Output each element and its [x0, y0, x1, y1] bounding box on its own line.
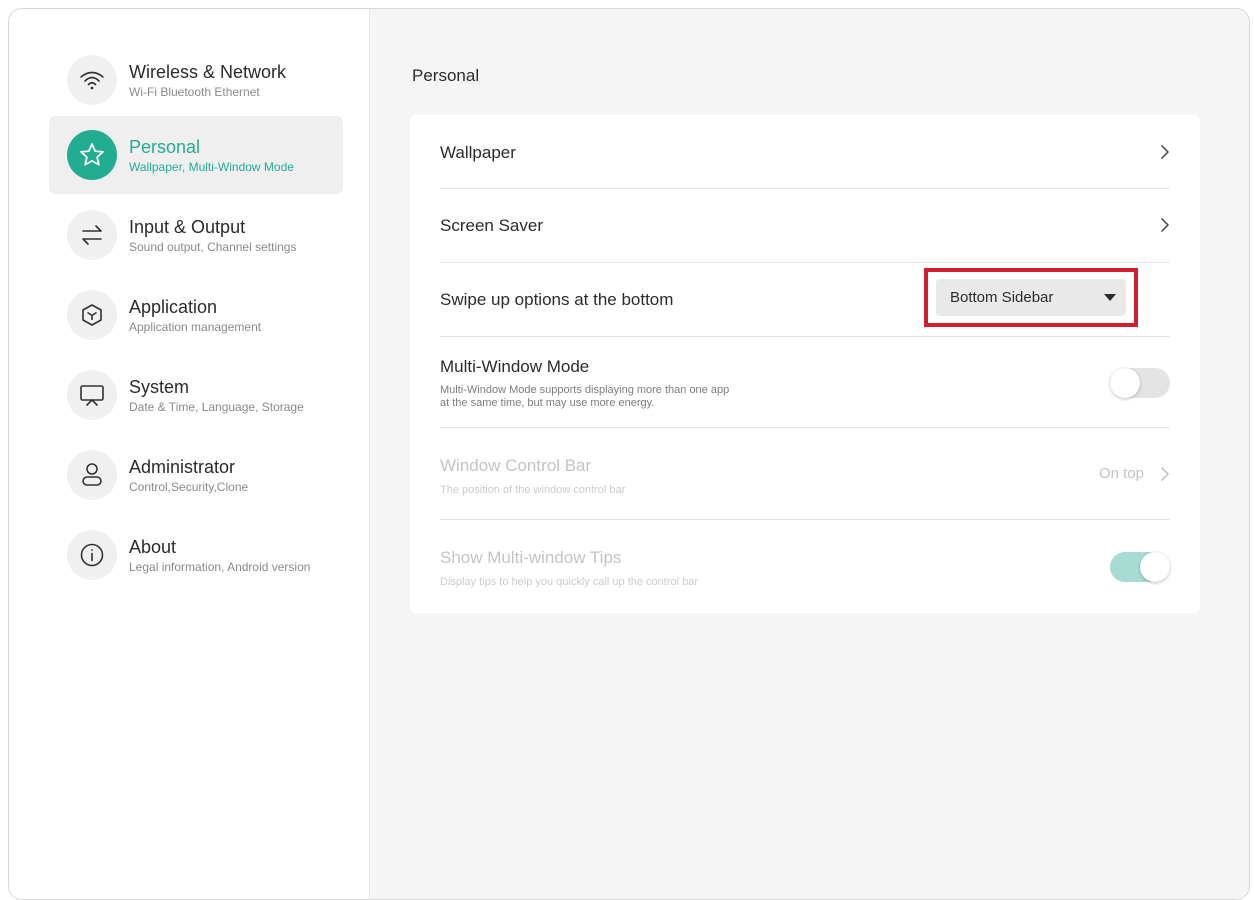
screen-saver-row[interactable]: Screen Saver [440, 189, 1170, 263]
chevron-right-icon [1161, 218, 1169, 232]
sidebar-item-personal[interactable]: Personal Wallpaper, Multi-Window Mode [49, 116, 343, 194]
sidebar-item-wireless-network[interactable]: Wireless & Network Wi-Fi Bluetooth Ether… [49, 41, 343, 119]
multi-window-mode-toggle[interactable] [1110, 368, 1170, 398]
sidebar-item-subtitle: Application management [129, 319, 262, 334]
window-control-bar-row: Window Control Bar The position of the w… [440, 428, 1170, 520]
settings-card: Wallpaper Screen Saver Swipe up options … [410, 115, 1200, 613]
sidebar-item-title: System [129, 376, 190, 397]
sidebar-item-about[interactable]: About Legal information, Android version [49, 516, 343, 594]
sidebar-item-title: Application [129, 296, 218, 317]
wallpaper-label: Wallpaper [440, 143, 516, 162]
wallpaper-row[interactable]: Wallpaper [440, 115, 1170, 189]
sidebar-item-title: Wireless & Network [129, 61, 287, 82]
user-icon [67, 450, 117, 500]
sidebar-item-subtitle: Control,Security,Clone [129, 479, 249, 494]
sidebar-item-title: About [129, 536, 177, 557]
sidebar-item-subtitle: Legal information, Android version [129, 559, 311, 574]
dropdown-highlight-box: Bottom Sidebar [924, 268, 1138, 327]
multi-window-tips-row: Show Multi-window Tips Display tips to h… [440, 520, 1170, 613]
caret-down-icon [1104, 294, 1116, 301]
sidebar-item-administrator[interactable]: Administrator Control,Security,Clone [49, 436, 343, 514]
chevron-right-icon [1161, 467, 1169, 481]
display-icon [67, 370, 117, 420]
multi-window-mode-label: Multi-Window Mode [440, 357, 590, 376]
multi-window-tips-toggle[interactable] [1110, 552, 1170, 582]
cube-icon [67, 290, 117, 340]
sidebar-item-title: Administrator [129, 456, 236, 477]
multi-window-mode-description: Multi-Window Mode supports displaying mo… [440, 384, 800, 410]
dropdown-selected-value: Bottom Sidebar [950, 289, 1054, 306]
swap-arrows-icon [67, 210, 117, 260]
info-icon [67, 530, 117, 580]
window-control-bar-value: On top [1098, 465, 1144, 482]
wifi-icon [67, 55, 117, 105]
multi-window-mode-row: Multi-Window Mode Multi-Window Mode supp… [440, 337, 1170, 428]
settings-window: Wireless & Network Wi-Fi Bluetooth Ether… [8, 8, 1250, 900]
sidebar-item-title: Personal [129, 136, 201, 157]
sidebar-item-subtitle: Sound output, Channel settings [129, 239, 297, 254]
star-icon [67, 130, 117, 180]
main-panel: Personal Wallpaper Screen Saver Swipe up… [370, 9, 1249, 899]
toggle-knob [1110, 368, 1140, 398]
sidebar-item-title: Input & Output [129, 216, 246, 237]
chevron-right-icon [1161, 145, 1169, 159]
description-line: Multi-Window Mode supports displaying mo… [440, 384, 730, 396]
sidebar-item-application[interactable]: Application Application management [49, 276, 343, 354]
sidebar-item-subtitle: Date & Time, Language, Storage [129, 399, 304, 414]
swipe-up-options-dropdown[interactable]: Bottom Sidebar [936, 279, 1126, 316]
sidebar-item-input-output[interactable]: Input & Output Sound output, Channel set… [49, 196, 343, 274]
sidebar-item-system[interactable]: System Date & Time, Language, Storage [49, 356, 343, 434]
description-line: at the same time, but may use more energ… [440, 397, 655, 409]
window-control-bar-label: Window Control Bar [440, 456, 592, 475]
multi-window-tips-description: Display tips to help you quickly call up… [440, 576, 699, 588]
sidebar: Wireless & Network Wi-Fi Bluetooth Ether… [9, 9, 370, 899]
sidebar-item-subtitle: Wallpaper, Multi-Window Mode [129, 159, 294, 174]
page-title: Personal [412, 66, 480, 85]
swipe-up-options-label: Swipe up options at the bottom [440, 290, 674, 309]
multi-window-tips-label: Show Multi-window Tips [440, 548, 622, 567]
sidebar-item-subtitle: Wi-Fi Bluetooth Ethernet [129, 84, 260, 99]
window-control-bar-description: The position of the window control bar [440, 484, 626, 496]
screen-saver-label: Screen Saver [440, 216, 543, 235]
toggle-knob [1140, 552, 1170, 582]
